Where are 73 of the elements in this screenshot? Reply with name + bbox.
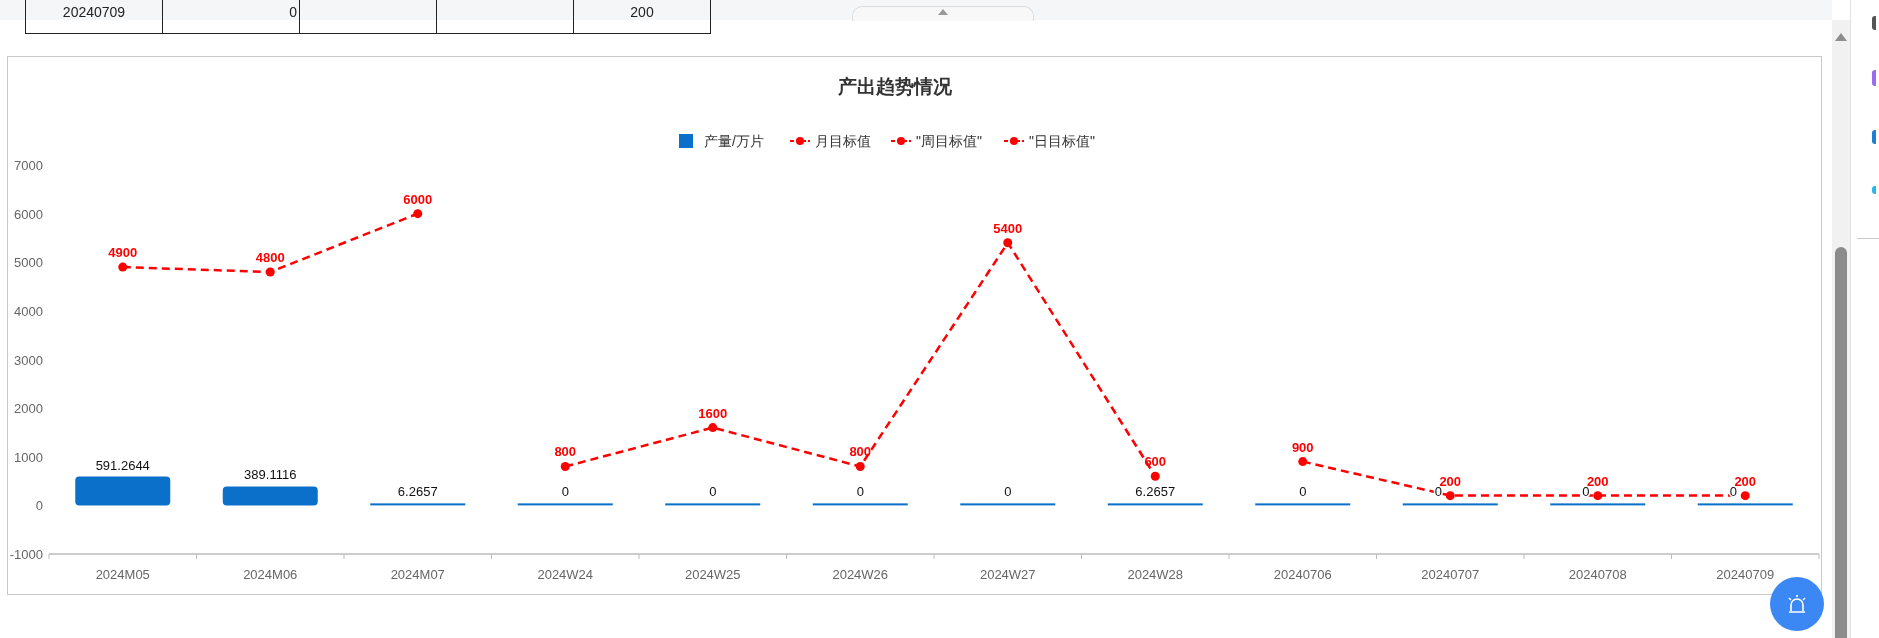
data-label: 389.1116 (244, 467, 297, 483)
y-axis-label: 4000 (14, 303, 43, 319)
legend-line-icon[interactable] (1003, 137, 1025, 145)
x-axis-label: 2024W27 (979, 567, 1036, 582)
scrollbar[interactable] (1832, 20, 1850, 638)
table-cell: 200 (574, 0, 711, 33)
legend-label: "日目标值" (1029, 133, 1095, 149)
scroll-thumb[interactable] (1835, 247, 1847, 638)
x-axis-label: 2024W25 (684, 567, 741, 582)
alarm-icon (1786, 594, 1808, 614)
legend-swatch[interactable] (679, 134, 693, 148)
app-icon[interactable] (1872, 16, 1876, 30)
data-label: 0 (561, 484, 569, 500)
data-point (1298, 457, 1308, 467)
data-label: 900 (1291, 439, 1314, 455)
data-label: 5400 (993, 220, 1023, 236)
data-label: 0 (1004, 484, 1012, 500)
data-point (265, 267, 275, 277)
y-axis-label: 3000 (14, 352, 43, 368)
data-label: 591.2644 (95, 457, 150, 473)
x-axis-label: 20240706 (1273, 567, 1332, 582)
data-label: 800 (554, 444, 577, 460)
app-icon[interactable] (1872, 130, 1876, 144)
data-point (560, 462, 570, 471)
y-axis-label: 6000 (14, 206, 43, 222)
x-axis-label: 2024W26 (832, 567, 889, 582)
data-label: 6.2657 (1135, 484, 1176, 500)
data-label: 0 (709, 484, 717, 500)
alarm-button[interactable] (1770, 577, 1824, 631)
data-point (1445, 491, 1455, 501)
table-cell: 20240709 (26, 0, 163, 33)
x-axis-label: 2024M07 (390, 567, 445, 582)
x-axis-label: 2024W24 (537, 567, 594, 582)
legend-line-icon[interactable] (789, 137, 811, 145)
table-cell: 0 (163, 0, 300, 33)
legend-label: "周目标值" (916, 133, 982, 149)
data-point (708, 423, 718, 433)
data-label: 4900 (108, 245, 138, 261)
data-point (1150, 471, 1160, 481)
data-point (1593, 491, 1603, 501)
data-label: 4800 (255, 250, 285, 265)
legend-label: 产量/万片 (704, 133, 764, 149)
app-icon[interactable] (1872, 70, 1876, 86)
data-label: 0 (1299, 484, 1307, 500)
data-point (1003, 238, 1013, 248)
x-axis-label: 20240709 (1716, 567, 1775, 582)
x-axis-label: 2024M06 (243, 567, 298, 582)
y-axis-label: 5000 (14, 255, 43, 271)
collapse-handle[interactable] (852, 6, 1034, 21)
x-axis-label: 2024W28 (1127, 567, 1184, 582)
x-axis-label: 2024M05 (95, 567, 150, 582)
data-label: 0 (856, 484, 864, 500)
data-point (855, 462, 865, 471)
y-axis-label: 2000 (14, 401, 43, 417)
data-label: 600 (1144, 454, 1167, 470)
data-label: 800 (849, 444, 872, 460)
y-axis-label: -1000 (9, 547, 43, 562)
y-axis-label: 1000 (14, 449, 43, 465)
scroll-up-icon[interactable] (1835, 33, 1847, 41)
chart-title: 产出趋势情况 (838, 76, 952, 97)
data-label: 1600 (698, 405, 728, 421)
x-axis-label: 20240707 (1421, 567, 1480, 582)
data-point (413, 209, 423, 219)
y-axis-label: 0 (35, 498, 43, 514)
legend-label: 月目标值 (815, 133, 871, 149)
legend-line-icon[interactable] (890, 137, 912, 145)
y-axis-label: 7000 (14, 158, 43, 173)
caret-icon (938, 9, 948, 15)
data-point (118, 262, 128, 272)
x-axis-label: 20240708 (1568, 567, 1627, 582)
data-point (1740, 491, 1750, 501)
data-label: 6000 (403, 191, 433, 207)
data-label: 6.2657 (397, 484, 438, 500)
